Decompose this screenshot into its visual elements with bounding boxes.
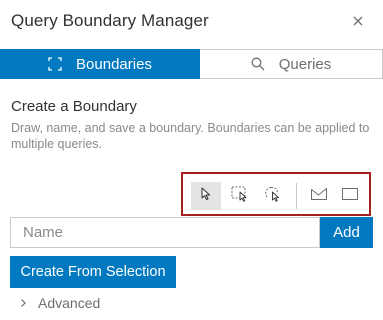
rectangle-select-tool[interactable] (225, 182, 255, 210)
section-description: Draw, name, and save a boundary. Boundar… (11, 121, 370, 151)
panel-title: Query Boundary Manager (11, 11, 209, 30)
lasso-select-icon (264, 186, 282, 207)
create-from-selection-button[interactable]: Create From Selection (10, 256, 176, 288)
polygon-draw-icon (310, 187, 328, 206)
tab-boundaries-label: Boundaries (76, 55, 152, 73)
rectangle-draw-icon (341, 187, 359, 206)
tab-bar: Boundaries Queries (0, 49, 383, 79)
toolbar-divider (296, 183, 297, 209)
search-icon (251, 57, 265, 71)
selection-toolbar (181, 172, 371, 216)
chevron-right-icon (20, 298, 27, 308)
close-icon (353, 13, 363, 31)
advanced-toggle[interactable]: Advanced (20, 294, 100, 312)
section-title: Create a Boundary (11, 98, 137, 115)
add-button[interactable]: Add (320, 217, 373, 248)
name-input[interactable] (10, 217, 320, 248)
tab-queries-label: Queries (278, 55, 332, 73)
pointer-select-icon (200, 187, 212, 206)
rectangle-select-icon (231, 186, 249, 207)
panel-header: Query Boundary Manager (0, 0, 383, 44)
close-button[interactable] (348, 12, 368, 32)
pointer-select-tool[interactable] (191, 182, 221, 210)
boundary-select-icon (48, 57, 62, 71)
lasso-select-tool[interactable] (258, 182, 288, 210)
advanced-label: Advanced (38, 295, 101, 311)
rectangle-draw-tool[interactable] (335, 182, 365, 210)
tab-boundaries[interactable]: Boundaries (0, 49, 200, 79)
polygon-draw-tool[interactable] (304, 182, 334, 210)
tab-queries[interactable]: Queries (200, 49, 383, 79)
